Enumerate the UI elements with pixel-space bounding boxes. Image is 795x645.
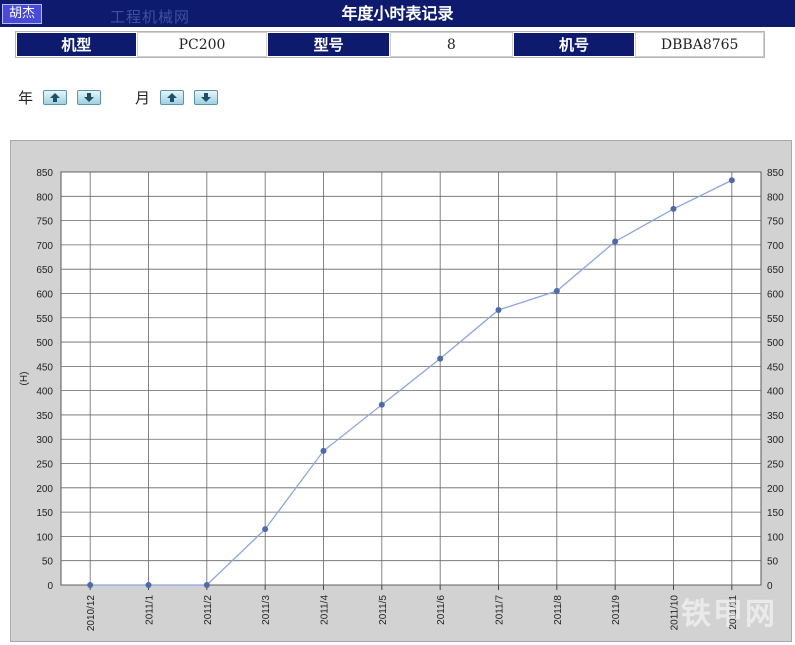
- machine-no-value: DBBA8765: [635, 32, 764, 57]
- page-title: 年度小时表记录: [341, 4, 454, 23]
- arrow-up-icon: [50, 92, 61, 102]
- y-tick-label-right: 850: [767, 168, 784, 179]
- data-point: [262, 526, 269, 533]
- year-down-button[interactable]: [77, 89, 102, 105]
- x-tick-label: 2011/5: [378, 595, 389, 625]
- y-tick-label: 300: [36, 435, 53, 446]
- plot-area: [60, 171, 762, 586]
- data-point: [612, 238, 619, 245]
- data-point: [437, 355, 444, 362]
- arrow-up-icon: [167, 92, 178, 102]
- machine-no-label: 机号: [512, 32, 636, 57]
- month-label: 月: [135, 88, 151, 107]
- data-point: [378, 401, 385, 408]
- data-point: [320, 447, 327, 454]
- model-type-label: 机型: [16, 32, 137, 57]
- period-controls: 年 月: [18, 87, 228, 107]
- y-tick-label: 200: [36, 484, 53, 495]
- y-tick-label: 600: [36, 289, 53, 300]
- y-tick-label-right: 800: [767, 192, 784, 203]
- y-tick-label: 450: [36, 362, 53, 373]
- y-tick-label-right: 650: [767, 265, 784, 276]
- x-tick-label: 2011/7: [495, 595, 506, 625]
- data-point: [203, 582, 210, 588]
- year-up-button[interactable]: [43, 89, 68, 105]
- data-point: [495, 306, 502, 313]
- y-tick-label: 650: [36, 265, 53, 276]
- x-tick-label: 2011/1: [145, 595, 156, 625]
- y-tick-label: 500: [36, 338, 53, 349]
- watermark-bottom: 铁甲网: [681, 597, 777, 632]
- model-type-value: PC200: [136, 32, 268, 57]
- arrow-down-icon: [84, 92, 95, 102]
- y-tick-label-right: 250: [767, 460, 784, 471]
- y-tick-label-right: 350: [767, 411, 784, 422]
- data-point: [670, 205, 677, 212]
- y-tick-label: 400: [36, 387, 53, 398]
- y-tick-label-right: 750: [767, 217, 784, 228]
- y-tick-label: 550: [36, 314, 53, 325]
- y-tick-label: 150: [36, 508, 53, 519]
- y-tick-label: 0: [47, 581, 53, 592]
- data-point: [87, 582, 94, 588]
- y-axis-label: (H): [19, 372, 30, 386]
- y-tick-label-right: 300: [767, 435, 784, 446]
- arrow-down-icon: [201, 92, 212, 102]
- month-up-button[interactable]: [160, 89, 185, 105]
- y-tick-label: 350: [36, 411, 53, 422]
- y-tick-label: 50: [42, 557, 54, 568]
- y-tick-label-right: 200: [767, 484, 784, 495]
- y-tick-label-right: 500: [767, 338, 784, 349]
- y-tick-label-right: 450: [767, 362, 784, 373]
- x-tick-label: 2011/9: [611, 595, 622, 625]
- machine-info-row: 机型 PC200 型号 8 机号 DBBA8765: [15, 31, 765, 58]
- x-tick-label: 2011/6: [436, 595, 447, 625]
- y-tick-label-right: 150: [767, 508, 784, 519]
- y-tick-label-right: 700: [767, 241, 784, 252]
- chart-panel: 0 0 50 50 100 100 150 150 200 200 250 250 300 300 350 3…: [10, 140, 792, 642]
- y-tick-label: 700: [36, 241, 53, 252]
- x-tick-label: 2011/2: [203, 595, 214, 625]
- y-tick-label-right: 50: [767, 557, 779, 568]
- x-tick-label: 2011/3: [261, 595, 272, 625]
- data-point: [145, 582, 152, 588]
- data-point: [553, 288, 560, 295]
- y-tick-label-right: 550: [767, 314, 784, 325]
- month-down-button[interactable]: [194, 89, 219, 105]
- year-label: 年: [18, 88, 34, 107]
- y-tick-label: 100: [36, 532, 53, 543]
- y-tick-label: 850: [36, 168, 53, 179]
- x-tick-label: 2011/8: [553, 595, 564, 625]
- y-tick-label-right: 100: [767, 532, 784, 543]
- x-tick-label: 2011/4: [320, 595, 331, 625]
- data-point: [728, 177, 735, 184]
- model-no-value: 8: [390, 32, 513, 57]
- hour-meter-chart: 0 050 50100 100150 150200 200250 250300 300350 3…: [19, 168, 784, 632]
- y-tick-label-right: 400: [767, 387, 784, 398]
- model-no-label: 型号: [267, 32, 390, 57]
- y-tick-label: 800: [36, 192, 53, 203]
- x-tick-label: 2010/12: [86, 595, 97, 632]
- x-tick-label: 2011/10: [670, 595, 681, 631]
- y-tick-label: 250: [36, 460, 53, 471]
- title-bar: 胡杰 工程机械网 年度小时表记录: [0, 0, 795, 27]
- y-tick-label-right: 600: [767, 289, 784, 300]
- y-tick-label: 750: [36, 217, 53, 228]
